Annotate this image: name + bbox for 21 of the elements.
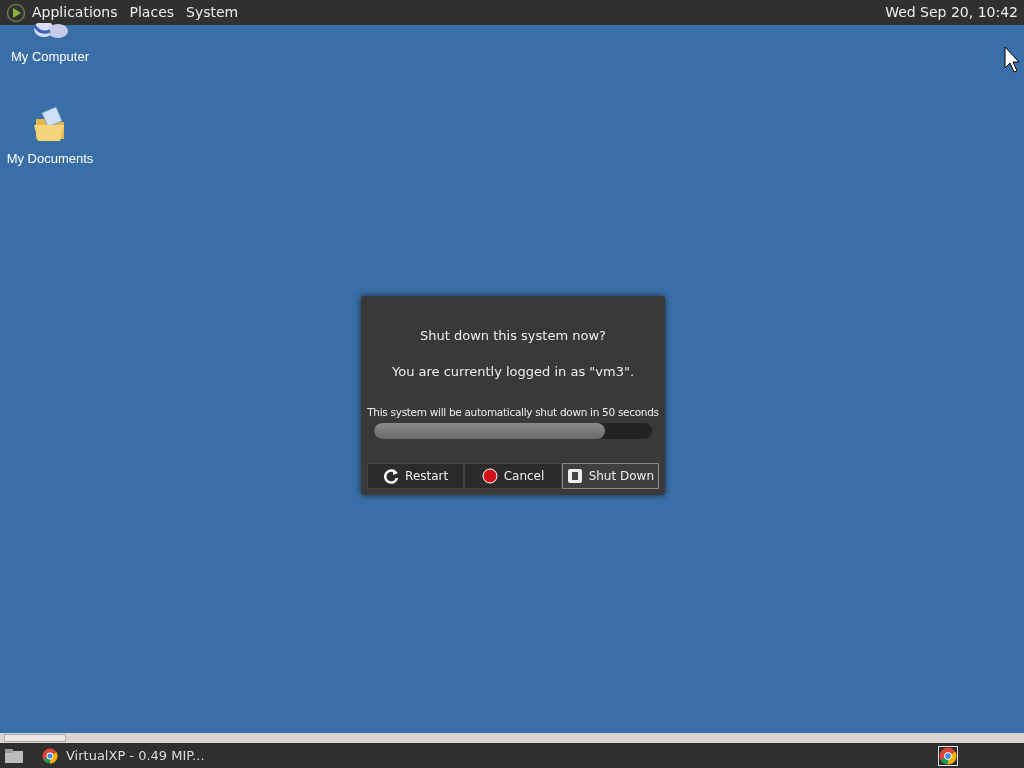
taskbar-button[interactable]: VirtualXP - 0.49 MIP... [36, 745, 211, 766]
menu-item[interactable]: Applications [26, 2, 124, 23]
dialog-button[interactable]: Cancel [464, 462, 562, 489]
scrollbar-thumb[interactable] [4, 734, 66, 742]
menu-item[interactable]: Places [123, 2, 181, 23]
dialog-title: Shut down this system now? [419, 327, 607, 345]
menu-logo-icon[interactable] [6, 2, 26, 23]
restart-icon [383, 467, 400, 484]
dialog-button[interactable]: Restart [367, 462, 465, 489]
icon-label[interactable]: My Documents [6, 149, 94, 169]
browser-icon [42, 747, 58, 764]
countdown-text: This system will be automatically shut down in 50 seconds [367, 405, 659, 420]
dialog-button[interactable]: Shut Down [561, 462, 659, 489]
dialog-message: You are currently logged in as "vm3". [390, 362, 636, 381]
power-switch-icon [566, 467, 583, 484]
mouse-cursor-icon [1004, 46, 1020, 74]
menu-item[interactable]: System [180, 2, 245, 23]
browser-icon[interactable] [938, 745, 958, 766]
stop-icon [481, 467, 498, 484]
clock[interactable]: Wed Sep 20, 10:42 [885, 2, 1018, 23]
icon-label[interactable]: My Computer [11, 47, 89, 67]
